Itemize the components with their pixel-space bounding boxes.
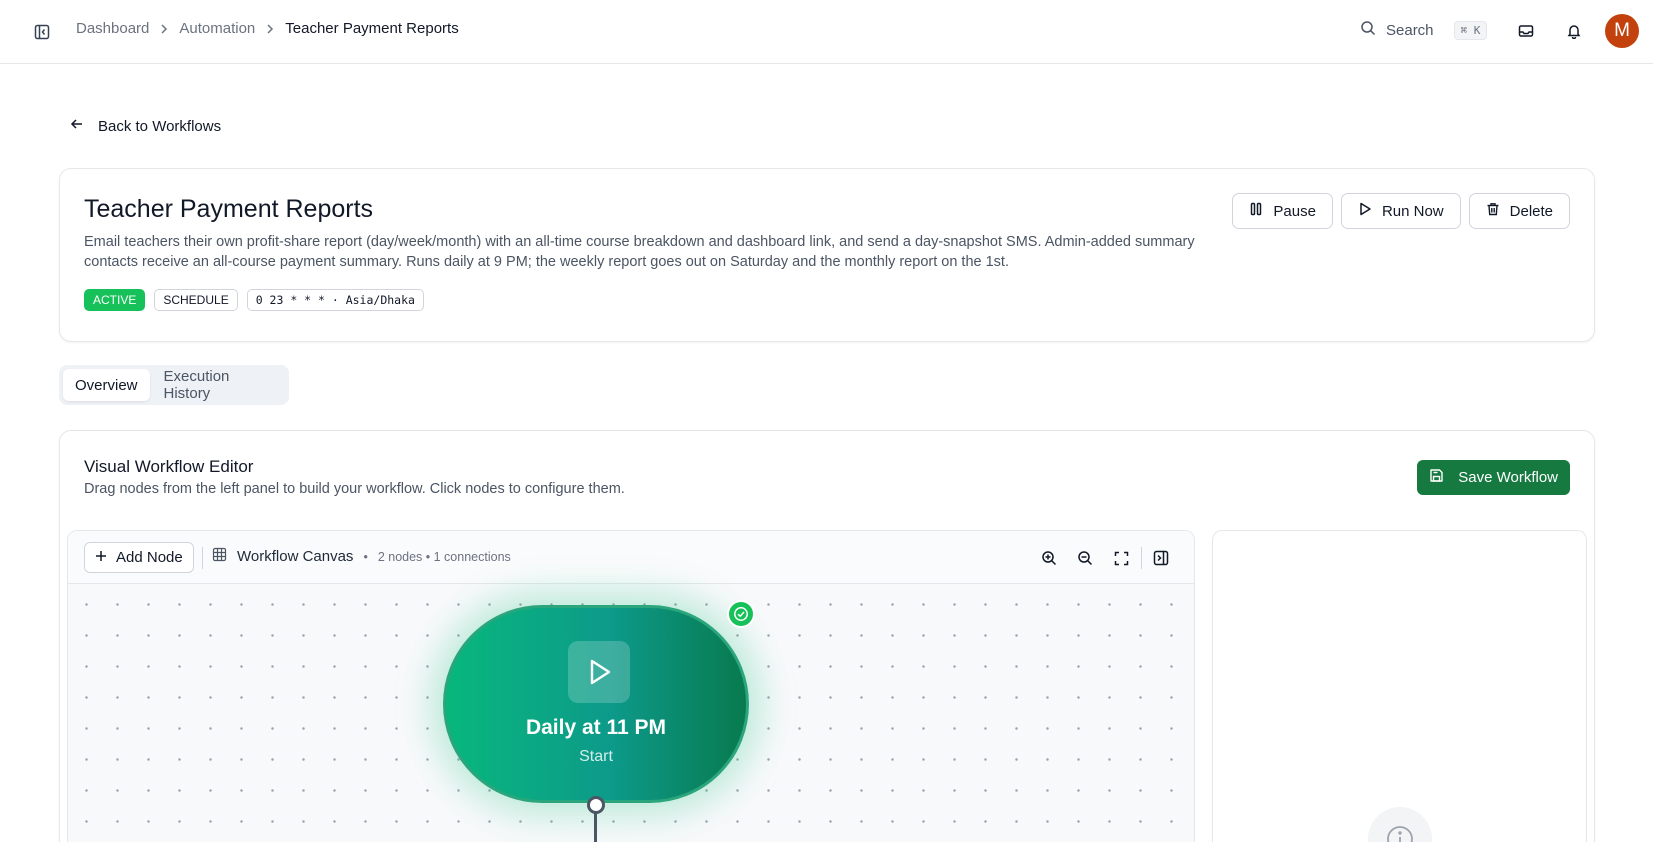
search-icon	[1360, 20, 1376, 40]
arrow-left-icon	[70, 117, 84, 135]
workflow-badges: ACTIVE SCHEDULE 0 23 * * * · Asia/Dhaka	[84, 289, 424, 311]
node-connection-line	[594, 812, 597, 842]
node-subtitle: Start	[579, 748, 613, 765]
check-circle-icon	[727, 600, 755, 628]
workflow-description: Email teachers their own profit-share re…	[84, 234, 1195, 270]
workflow-header-card: Teacher Payment Reports Email teachers t…	[59, 168, 1595, 342]
trash-icon	[1486, 202, 1500, 220]
search-label: Search	[1386, 21, 1434, 39]
panel-toggle-icon[interactable]	[1151, 548, 1171, 568]
pause-label: Pause	[1273, 202, 1316, 220]
search-button[interactable]: Search ⌘ K	[1360, 20, 1488, 40]
breadcrumb: Dashboard Automation Teacher Payment Rep…	[76, 20, 459, 37]
canvas-meta: 2 nodes • 1 connections	[377, 549, 511, 564]
top-bar: Dashboard Automation Teacher Payment Rep…	[0, 0, 1653, 64]
run-now-label: Run Now	[1381, 202, 1444, 220]
workflow-canvas-panel: Add Node Workflow Canvas • 2 nodes • 1 c…	[67, 530, 1195, 842]
node-output-port[interactable]	[587, 796, 605, 814]
bell-icon[interactable]	[1563, 20, 1585, 42]
info-icon	[1368, 807, 1432, 842]
page-title: Teacher Payment Reports	[84, 195, 374, 223]
status-badge: ACTIVE	[84, 289, 146, 311]
cron-badge: 0 23 * * * · Asia/Dhaka	[246, 289, 424, 311]
pause-button[interactable]: Pause	[1232, 193, 1333, 229]
chevron-right-icon	[264, 23, 276, 35]
toolbar-divider	[1141, 547, 1142, 569]
sidebar-toggle-icon[interactable]	[32, 22, 52, 42]
save-workflow-label: Save Workflow	[1458, 469, 1558, 486]
node-config-panel	[1212, 530, 1587, 842]
run-now-button[interactable]: Run Now	[1340, 193, 1461, 229]
grid-icon	[212, 547, 227, 566]
delete-button[interactable]: Delete	[1468, 193, 1570, 229]
workflow-node-start[interactable]: Daily at 11 PM Start	[443, 605, 749, 803]
breadcrumb-dashboard[interactable]: Dashboard	[76, 20, 149, 37]
canvas-label: Workflow Canvas • 2 nodes • 1 connection…	[212, 547, 511, 566]
zoom-out-icon[interactable]	[1075, 548, 1095, 568]
avatar[interactable]: M	[1605, 14, 1639, 48]
pause-icon	[1249, 202, 1263, 220]
save-workflow-button[interactable]: Save Workflow	[1417, 460, 1570, 495]
zoom-in-icon[interactable]	[1039, 548, 1059, 568]
workflow-canvas[interactable]: Daily at 11 PM Start	[68, 584, 1194, 842]
plus-icon	[95, 549, 107, 566]
play-icon	[568, 641, 630, 703]
tab-execution-history[interactable]: Execution History	[152, 368, 285, 402]
play-icon	[1358, 202, 1372, 220]
tab-overview[interactable]: Overview	[63, 369, 150, 401]
canvas-toolbar: Add Node Workflow Canvas • 2 nodes • 1 c…	[68, 531, 1194, 584]
canvas-dot-separator: •	[363, 549, 368, 564]
save-icon	[1429, 468, 1444, 487]
fullscreen-icon[interactable]	[1111, 548, 1131, 568]
toolbar-divider	[202, 547, 203, 569]
add-node-label: Add Node	[116, 549, 183, 566]
workflow-actions: Pause Run Now Delete	[1232, 193, 1570, 229]
tab-list: Overview Execution History	[59, 365, 289, 405]
canvas-title: Workflow Canvas	[237, 548, 354, 565]
editor-title: Visual Workflow Editor	[84, 457, 254, 476]
chevron-right-icon	[158, 23, 170, 35]
breadcrumb-current: Teacher Payment Reports	[285, 20, 459, 37]
back-to-workflows-link[interactable]: Back to Workflows	[70, 117, 221, 135]
trigger-type-badge: SCHEDULE	[154, 289, 238, 311]
add-node-button[interactable]: Add Node	[84, 542, 194, 573]
breadcrumb-automation[interactable]: Automation	[179, 20, 255, 37]
search-shortcut: ⌘ K	[1453, 20, 1488, 40]
inbox-icon[interactable]	[1515, 20, 1537, 42]
node-title: Daily at 11 PM	[525, 716, 667, 739]
back-link-label: Back to Workflows	[98, 117, 222, 135]
delete-label: Delete	[1509, 202, 1553, 220]
editor-subtitle: Drag nodes from the left panel to build …	[84, 481, 625, 497]
